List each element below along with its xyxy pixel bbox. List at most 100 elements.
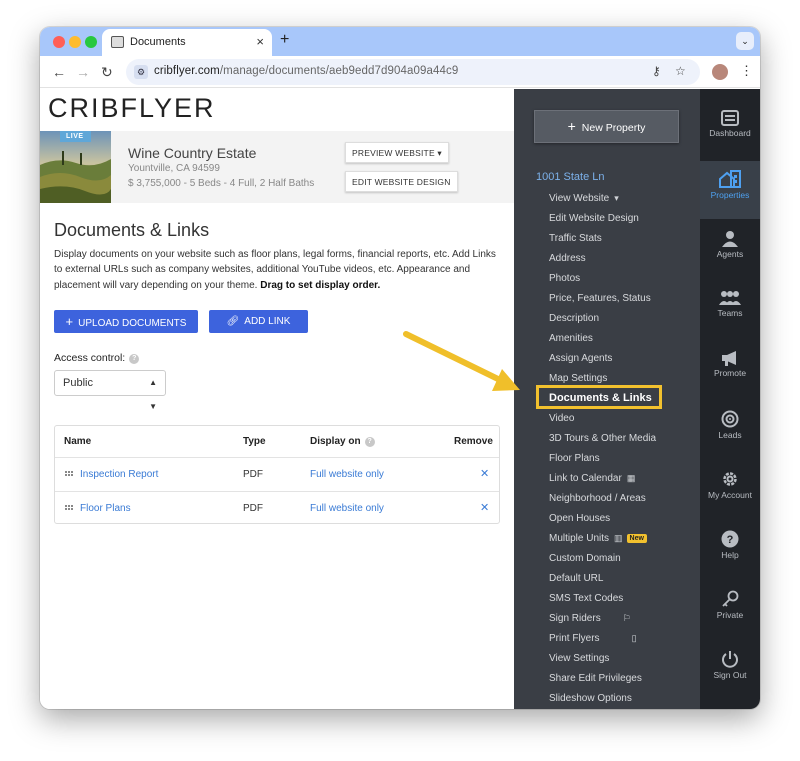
tab-search-button[interactable]: ⌄ — [736, 32, 754, 50]
access-control-value: Public — [63, 377, 93, 389]
tab-close-button[interactable]: × — [256, 34, 264, 49]
col-name: Name — [64, 436, 92, 447]
rail-leads[interactable]: Leads — [700, 401, 760, 459]
sidebar-item-custom-domain[interactable]: Custom Domain — [549, 553, 621, 564]
link-icon: 🔗︎ — [226, 316, 240, 327]
sidebar-item-3d-tours[interactable]: 3D Tours & Other Media — [549, 433, 656, 444]
sidebar-item-edit-website-design[interactable]: Edit Website Design — [549, 213, 639, 224]
sidebar-item-photos[interactable]: Photos — [549, 273, 580, 284]
sidebar-item-label: Link to Calendar — [549, 473, 622, 484]
sidebar-item-label: Print Flyers — [549, 633, 600, 644]
drag-handle-icon[interactable] — [65, 505, 74, 511]
site-logo[interactable]: CRIBFLYER — [48, 93, 216, 124]
col-type: Type — [243, 436, 266, 447]
sidebar-item-sms-text-codes[interactable]: SMS Text Codes — [549, 593, 623, 604]
page-title: Documents & Links — [54, 220, 210, 240]
sidebar-item-print-flyers[interactable]: Print Flyers ▯ — [549, 633, 637, 644]
rail-private[interactable]: Private — [700, 581, 760, 639]
sidebar-item-address[interactable]: Address — [549, 253, 586, 264]
sidebar-item-price-features-status[interactable]: Price, Features, Status — [549, 293, 651, 304]
sidebar-item-multiple-units[interactable]: Multiple Units ▥ New — [549, 533, 647, 544]
browser-tab[interactable]: Documents × — [102, 29, 272, 56]
key-icon — [722, 590, 739, 607]
rail-help[interactable]: ? Help — [700, 521, 760, 579]
back-icon[interactable]: ← — [52, 64, 66, 80]
sidebar-item-neighborhood[interactable]: Neighborhood / Areas — [549, 493, 646, 504]
col-remove: Remove — [454, 436, 493, 447]
sidebar-item-share-edit-privileges[interactable]: Share Edit Privileges — [549, 673, 642, 684]
url-path: /manage/documents/aeb9edd7d904a09a44c9 — [219, 65, 459, 77]
new-property-button[interactable]: + New Property — [534, 110, 679, 143]
maximize-window-button[interactable] — [85, 36, 97, 48]
sidebar-item-open-houses[interactable]: Open Houses — [549, 513, 610, 524]
property-sidebar: + New Property 1001 State Ln View Website… — [514, 89, 700, 709]
edit-website-design-button[interactable]: EDIT WEBSITE DESIGN — [345, 171, 458, 192]
remove-icon[interactable]: ✕ — [480, 501, 489, 514]
sidebar-item-sign-riders[interactable]: Sign Riders ⚐ — [549, 613, 631, 624]
reload-icon[interactable]: ↻ — [101, 64, 113, 81]
tab-bar: Documents × + ⌄ — [40, 27, 760, 56]
rail-label: Sign Out — [713, 670, 747, 680]
bookmark-star-icon[interactable]: ☆ — [675, 64, 686, 78]
sidebar-item-map-settings[interactable]: Map Settings — [549, 373, 607, 384]
rail-agents[interactable]: Agents — [700, 221, 760, 279]
sidebar-item-slideshow-options[interactable]: Slideshow Options — [549, 693, 632, 704]
add-link-button[interactable]: 🔗︎ ADD LINK — [209, 310, 308, 333]
new-tab-button[interactable]: + — [280, 31, 289, 49]
rail-label: Promote — [713, 368, 747, 378]
display-on-link[interactable]: Full website only — [310, 469, 384, 480]
help-icon[interactable]: ? — [129, 354, 140, 364]
sidebar-item-video[interactable]: Video — [549, 413, 574, 424]
remove-icon[interactable]: ✕ — [480, 467, 489, 480]
browser-menu-icon[interactable]: ⋮ — [740, 63, 753, 79]
access-control-label: Access control:? — [54, 352, 140, 364]
preview-website-button[interactable]: PREVIEW WEBSITE ▾ — [345, 142, 449, 163]
rail-label: My Account — [708, 490, 752, 500]
rail-dashboard[interactable]: Dashboard — [700, 101, 760, 159]
close-window-button[interactable] — [53, 36, 65, 48]
sidebar-item-assign-agents[interactable]: Assign Agents — [549, 353, 612, 364]
sidebar-item-amenities[interactable]: Amenities — [549, 333, 593, 344]
rail-label: Properties — [710, 190, 750, 200]
address-bar[interactable]: ⚙ cribflyer.com/manage/documents/aeb9edd… — [126, 59, 700, 85]
sidebar-item-description[interactable]: Description — [549, 313, 599, 324]
rail-properties[interactable]: Properties — [700, 161, 760, 219]
building-icon: ▥ — [614, 533, 623, 543]
sidebar-item-link-to-calendar[interactable]: Link to Calendar ▦ — [549, 473, 635, 484]
add-link-label: ADD LINK — [244, 316, 291, 327]
minimize-window-button[interactable] — [69, 36, 81, 48]
url-text: cribflyer.com/manage/documents/aeb9edd7d… — [154, 65, 458, 77]
upload-documents-button[interactable]: + UPLOAD DOCUMENTS — [54, 310, 198, 333]
sidebar-item-documents-links[interactable]: Documents & Links — [549, 392, 652, 404]
drag-handle-icon[interactable] — [65, 471, 74, 477]
document-name-link[interactable]: Inspection Report — [80, 469, 158, 480]
password-key-icon[interactable]: ⚷ — [652, 64, 661, 78]
document-name-link[interactable]: Floor Plans — [80, 503, 131, 514]
display-on-link[interactable]: Full website only — [310, 503, 384, 514]
sidebar-item-default-url[interactable]: Default URL — [549, 573, 603, 584]
property-address-link[interactable]: 1001 State Ln — [536, 171, 605, 183]
gear-icon — [723, 472, 737, 486]
sidebar-item-view-website[interactable]: View Website ▾ — [549, 193, 619, 204]
help-icon[interactable]: ? — [364, 437, 375, 447]
site-settings-icon[interactable]: ⚙ — [134, 65, 148, 79]
sidebar-item-view-settings[interactable]: View Settings — [549, 653, 609, 664]
live-badge: LIVE — [66, 133, 84, 140]
profile-avatar[interactable] — [712, 64, 728, 80]
icon-rail: Dashboard Properties Agents Teams Promot… — [700, 89, 760, 709]
rail-promote[interactable]: Promote — [700, 341, 760, 399]
table-row[interactable]: Floor Plans PDF Full website only ✕ — [55, 491, 499, 524]
sidebar-item-floor-plans[interactable]: Floor Plans — [549, 453, 600, 464]
property-thumbnail[interactable]: LIVE — [40, 131, 111, 203]
rail-teams[interactable]: Teams — [700, 281, 760, 339]
forward-icon[interactable]: → — [76, 64, 90, 80]
calendar-icon: ▦ — [626, 473, 636, 483]
rail-sign-out[interactable]: Sign Out — [700, 641, 760, 699]
sidebar-item-traffic-stats[interactable]: Traffic Stats — [549, 233, 602, 244]
sidebar-item-label: View Website — [549, 193, 610, 204]
sign-icon: ⚐ — [622, 613, 631, 623]
rail-my-account[interactable]: My Account — [700, 461, 760, 519]
access-control-select[interactable]: Public ▲ ▼ — [54, 370, 166, 411]
table-row[interactable]: Inspection Report PDF Full website only … — [55, 457, 499, 490]
main-panel: CRIBFLYER LIVE Wine Country Estate Yount… — [40, 89, 514, 709]
